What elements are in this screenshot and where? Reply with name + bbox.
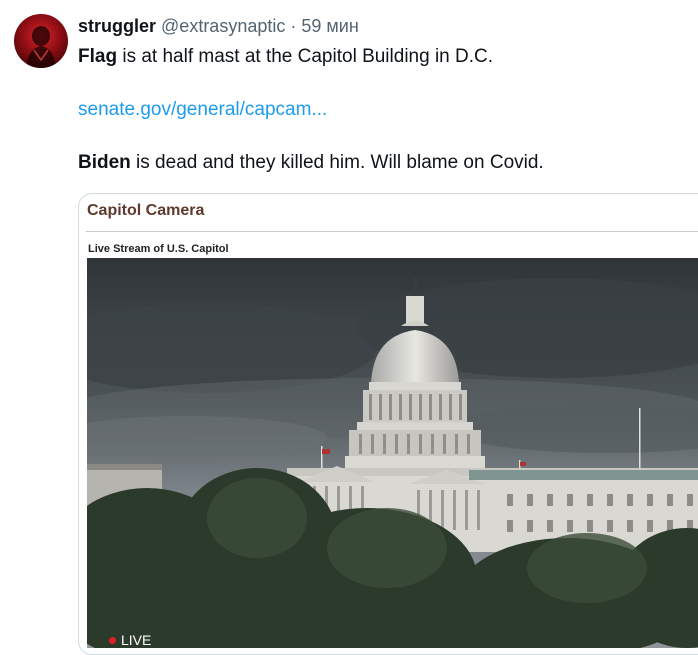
tweet-text-line-3: Biden is dead and they killed him. Will …	[78, 151, 544, 175]
tweet-bold-word-flag: Flag	[78, 46, 118, 67]
tweet-link[interactable]: senate.gov/general/capcam...	[78, 98, 327, 122]
tweet-timestamp[interactable]: 59 мин	[301, 16, 358, 36]
tweet-text-flag-rest: is at half mast at the Capitol Building …	[117, 46, 494, 67]
card-subtitle: Live Stream of U.S. Capitol	[88, 243, 229, 255]
tweet-bold-word-biden: Biden	[78, 152, 131, 173]
avatar-image	[26, 26, 56, 68]
tweet-text-biden-rest: is dead and they killed him. Will blame …	[130, 152, 544, 173]
tweet-header: struggler @extrasynaptic · 59 мин	[78, 14, 359, 38]
card-divider	[86, 231, 698, 232]
live-label: LIVE	[121, 632, 152, 648]
capitol-video-frame	[87, 258, 698, 648]
video-player[interactable]: LIVE	[87, 258, 698, 648]
separator-dot: ·	[290, 16, 297, 36]
author-name[interactable]: struggler	[78, 16, 156, 36]
live-dot	[109, 636, 116, 644]
link-preview-card[interactable]: Capitol Camera Live Stream of U.S. Capit…	[78, 193, 698, 655]
avatar[interactable]	[14, 14, 68, 68]
card-title: Capitol Camera	[87, 202, 205, 219]
live-indicator: LIVE	[109, 632, 151, 648]
tweet-text-line-1: Flag is at half mast at the Capitol Buil…	[78, 45, 493, 69]
author-handle[interactable]: @extrasynaptic	[161, 16, 285, 36]
